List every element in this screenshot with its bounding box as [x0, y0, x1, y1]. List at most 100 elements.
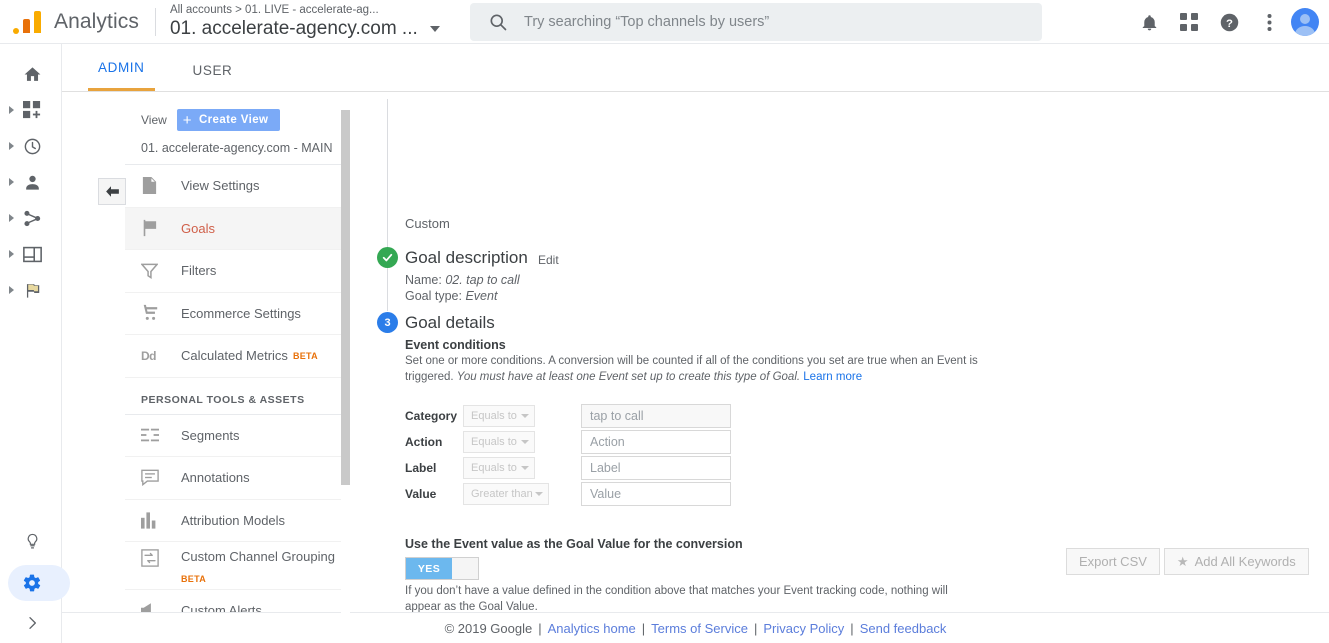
- toggle-yes-label: YES: [406, 558, 452, 579]
- rail-item-discover[interactable]: [0, 519, 62, 563]
- condition-value-input[interactable]: [581, 430, 731, 454]
- breadcrumb: All accounts > 01. LIVE - accelerate-ag.…: [169, 3, 379, 16]
- footer-separator: |: [641, 620, 646, 636]
- page-footer: © 2019 Google | Analytics home | Terms o…: [62, 612, 1329, 643]
- step-complete-check-icon: [377, 247, 398, 268]
- chevron-down-icon: [521, 440, 529, 444]
- tab-admin[interactable]: ADMIN: [88, 60, 155, 91]
- rail-item-expand[interactable]: [0, 603, 62, 643]
- shopping-cart-icon: [141, 304, 167, 322]
- condition-row: Label Equals to: [405, 455, 731, 481]
- edit-goal-description-link[interactable]: Edit: [538, 253, 559, 267]
- expand-arrow-icon: [9, 106, 14, 114]
- comment-icon: [141, 469, 167, 487]
- sidebar-item-ecommerce-settings[interactable]: Ecommerce Settings: [125, 293, 350, 335]
- search-icon: [488, 12, 508, 32]
- condition-row: Value Greater than: [405, 481, 731, 507]
- rail-item-realtime[interactable]: [0, 128, 61, 164]
- sidebar-item-label: Attribution Models: [181, 512, 286, 528]
- condition-operator-select[interactable]: Greater than: [463, 483, 549, 505]
- create-view-button[interactable]: + Create View: [176, 109, 281, 131]
- operator-value: Equals to: [471, 462, 517, 474]
- rail-item-customization[interactable]: [0, 92, 61, 128]
- sidebar-scrollbar-thumb[interactable]: [341, 110, 350, 485]
- add-all-keywords-button[interactable]: ★ Add All Keywords: [1163, 548, 1309, 575]
- search-input[interactable]: [522, 13, 1002, 31]
- view-row: View + Create View: [125, 93, 350, 131]
- search-bar[interactable]: [470, 3, 1042, 41]
- sidebar-item-custom-channel-grouping[interactable]: Custom Channel Grouping BETA: [125, 542, 350, 590]
- sidebar-item-custom-alerts[interactable]: Custom Alerts: [125, 590, 350, 613]
- account-selector[interactable]: All accounts > 01. LIVE - accelerate-ag.…: [170, 3, 440, 41]
- footer-link-analytics-home[interactable]: Analytics home: [548, 621, 636, 636]
- current-view-name[interactable]: 01. accelerate-agency.com - MAIN: [125, 131, 350, 165]
- expand-arrow-icon: [9, 250, 14, 258]
- sidebar-item-annotations[interactable]: Annotations: [125, 457, 350, 500]
- condition-value-input[interactable]: [581, 482, 731, 506]
- goal-name-label: Name:: [405, 273, 442, 287]
- goal-details-title: Goal details: [405, 313, 495, 332]
- customization-icon: [22, 100, 42, 120]
- rail-item-admin[interactable]: [0, 563, 70, 603]
- rail-item-acquisition[interactable]: [0, 200, 61, 236]
- person-icon: [22, 172, 42, 192]
- sidebar-item-label: Ecommerce Settings: [181, 305, 301, 321]
- goal-type-label: Goal type:: [405, 289, 462, 303]
- rail-item-audience[interactable]: [0, 164, 61, 200]
- sidebar-item-calculated-metrics[interactable]: Dd Calculated Metrics BETA: [125, 335, 350, 378]
- tab-user[interactable]: USER: [183, 63, 243, 91]
- footer-link-send-feedback[interactable]: Send feedback: [860, 621, 947, 636]
- main-content: Custom Goal description Edit Name: 02. t…: [360, 93, 1329, 640]
- footer-link-terms-of-service[interactable]: Terms of Service: [651, 621, 748, 636]
- admin-tabs: ADMIN USER: [62, 44, 1329, 92]
- export-csv-button[interactable]: Export CSV: [1066, 548, 1160, 575]
- condition-row: Action Equals to: [405, 429, 731, 455]
- admin-sidebar: View + Create View 01. accelerate-agency…: [125, 93, 350, 613]
- collapse-sidebar-button[interactable]: [98, 178, 126, 205]
- plus-icon: +: [182, 111, 192, 129]
- stepper-line: [387, 99, 388, 311]
- footer-link-privacy-policy[interactable]: Privacy Policy: [763, 621, 844, 636]
- goal-name-value: 02. tap to call: [445, 273, 520, 287]
- sidebar-item-goals[interactable]: Goals: [125, 207, 350, 250]
- condition-label: Category: [405, 409, 458, 423]
- condition-value-input[interactable]: [581, 456, 731, 480]
- condition-operator-select[interactable]: Equals to: [463, 431, 535, 453]
- step-custom-label: Custom: [405, 216, 450, 231]
- rail-item-home[interactable]: [0, 56, 61, 92]
- chevron-right-icon: [22, 613, 42, 633]
- rail-item-conversions[interactable]: [0, 272, 61, 308]
- help-circle-icon[interactable]: ?: [1209, 2, 1249, 42]
- share-nodes-icon: [22, 208, 42, 228]
- logo-area[interactable]: Analytics: [0, 9, 139, 35]
- chevron-down-icon[interactable]: [429, 25, 440, 32]
- sidebar-item-filters[interactable]: Filters: [125, 250, 350, 293]
- apps-grid-icon[interactable]: [1169, 2, 1209, 42]
- dd-text-icon: Dd: [141, 348, 157, 363]
- sidebar-item-label: Goals: [181, 220, 215, 236]
- operator-value: Equals to: [471, 410, 517, 422]
- condition-operator-select[interactable]: Equals to: [463, 457, 535, 479]
- sidebar-item-attribution-models[interactable]: Attribution Models: [125, 500, 350, 542]
- expand-arrow-icon: [9, 178, 14, 186]
- event-value-title: Use the Event value as the Goal Value fo…: [405, 537, 743, 551]
- add-all-keywords-label: Add All Keywords: [1194, 554, 1296, 569]
- sidebar-item-label: Annotations: [181, 470, 250, 486]
- sidebar-item-view-settings[interactable]: View Settings: [125, 165, 350, 208]
- beta-badge: BETA: [181, 574, 207, 584]
- left-nav-rail: [0, 44, 70, 643]
- bell-icon[interactable]: [1129, 2, 1169, 42]
- kebab-menu-icon[interactable]: [1249, 2, 1289, 42]
- condition-operator-select[interactable]: Equals to: [463, 405, 535, 427]
- condition-value-input[interactable]: [581, 404, 731, 428]
- sidebar-item-segments[interactable]: Segments: [125, 415, 350, 457]
- user-avatar[interactable]: [1291, 8, 1319, 36]
- rail-item-behavior[interactable]: [0, 236, 61, 272]
- step-3-badge: 3: [377, 312, 398, 333]
- event-value-toggle[interactable]: YES: [405, 557, 479, 580]
- learn-more-link[interactable]: Learn more: [803, 371, 862, 383]
- expand-arrow-icon: [9, 214, 14, 222]
- sidebar-menu: View Settings Goals Filters Ecommerce Se…: [125, 165, 350, 613]
- view-label: View: [141, 113, 167, 127]
- account-title: 01. accelerate-agency.com ...: [169, 17, 418, 39]
